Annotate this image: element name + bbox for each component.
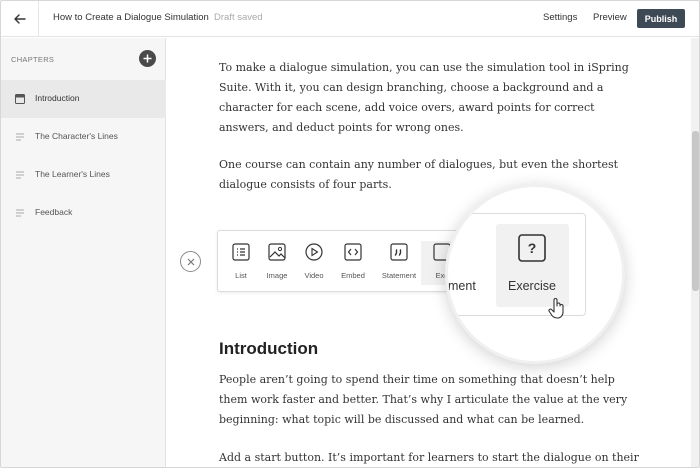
settings-link[interactable]: Settings [543, 12, 577, 23]
magnified-statement-label: ment [448, 279, 476, 293]
sidebar-item-introduction[interactable]: Introduction [1, 80, 166, 118]
sidebar-item-feedback[interactable]: Feedback [1, 194, 166, 232]
save-status: Draft saved [214, 12, 263, 23]
chapters-heading: CHAPTERS [11, 55, 55, 64]
tool-label: Video [304, 271, 324, 280]
exercise-label: Exercise [508, 279, 556, 293]
magnified-exercise-button[interactable]: ? Exercise [496, 224, 569, 307]
insert-image-button[interactable]: Image [256, 241, 298, 285]
insert-embed-button[interactable]: Embed [332, 241, 374, 285]
sidebar-item-learners-lines[interactable]: The Learner's Lines [1, 156, 166, 194]
plus-icon [143, 54, 152, 63]
quote-icon [390, 243, 408, 261]
insert-statement-button[interactable]: Statement [378, 241, 420, 285]
paragraph[interactable]: Add a start button. It’s important for l… [219, 448, 639, 467]
add-chapter-button[interactable] [139, 50, 156, 67]
paragraph[interactable]: People aren’t going to spend their time … [219, 370, 639, 430]
lines-icon [16, 209, 24, 217]
question-icon: ? [518, 234, 546, 262]
publish-button[interactable]: Publish [637, 9, 685, 28]
question-mark: ? [528, 240, 537, 256]
scrollbar-thumb[interactable] [692, 131, 699, 291]
back-button[interactable] [1, 1, 39, 37]
top-bar: How to Create a Dialogue Simulation Draf… [1, 1, 699, 37]
play-icon [305, 243, 323, 261]
preview-link[interactable]: Preview [593, 12, 627, 23]
lines-icon [16, 133, 24, 141]
hand-pointer-icon [548, 298, 564, 319]
tool-label: Statement [381, 271, 417, 280]
app-window: How to Create a Dialogue Simulation Draf… [0, 0, 700, 468]
magnifier-callout: ment ? Exercise [445, 184, 625, 364]
chapters-sidebar: CHAPTERS Introduction The Character's Li… [1, 38, 166, 467]
sidebar-item-label: Introduction [35, 93, 80, 103]
list-icon [232, 243, 250, 261]
sidebar-item-characters-lines[interactable]: The Character's Lines [1, 118, 166, 156]
close-insert-button[interactable] [180, 251, 201, 272]
image-icon [268, 243, 286, 261]
insert-block-toolbar: List Image Video Embed Statement Exe [217, 230, 477, 292]
sidebar-item-label: Feedback [35, 207, 73, 217]
code-icon [344, 243, 362, 261]
insert-video-button[interactable]: Video [293, 241, 335, 285]
sidebar-item-label: The Character's Lines [35, 131, 118, 141]
tool-label: Image [266, 271, 288, 280]
sidebar-item-label: The Learner's Lines [35, 169, 110, 179]
paragraph[interactable]: One course can contain any number of dia… [219, 155, 639, 195]
chapter-active-icon [15, 94, 25, 104]
section-heading[interactable]: Introduction [219, 339, 318, 359]
lines-icon [16, 171, 24, 179]
tool-label: Embed [341, 271, 365, 280]
paragraph[interactable]: To make a dialogue simulation, you can u… [219, 58, 639, 138]
arrow-left-icon [13, 14, 26, 24]
document-title: How to Create a Dialogue Simulation [53, 12, 209, 23]
close-icon [187, 258, 194, 265]
